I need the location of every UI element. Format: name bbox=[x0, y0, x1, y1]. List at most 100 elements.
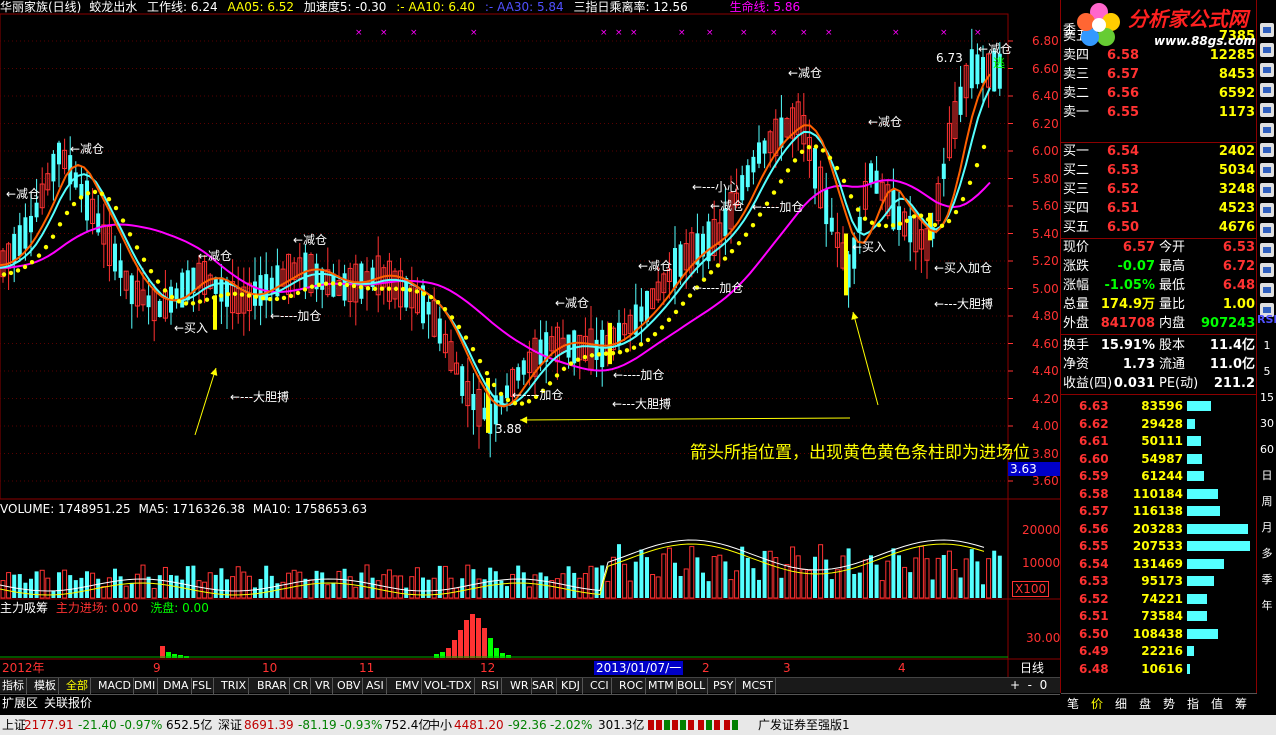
candle-body bbox=[566, 334, 571, 358]
toolbar-item-指标[interactable]: 指标 bbox=[0, 678, 27, 694]
side-tab-9[interactable]: 多 bbox=[1257, 544, 1276, 564]
quote-tab-0[interactable]: 笔 bbox=[1067, 697, 1079, 711]
toolbar-item-mtm[interactable]: MTM bbox=[646, 678, 677, 694]
stat-value: 841708 bbox=[1100, 316, 1155, 331]
toolbar-item-sar[interactable]: SAR bbox=[530, 678, 558, 694]
annotation-dadan-3: ←---大胆搏 bbox=[934, 297, 994, 311]
toolbar-item-fsl[interactable]: FSL bbox=[190, 678, 215, 694]
volume-bar bbox=[264, 565, 269, 598]
toolbar-item-kdj[interactable]: KDJ bbox=[559, 678, 583, 694]
side-tab-11[interactable]: 年 bbox=[1257, 596, 1276, 616]
grid-icon[interactable] bbox=[1257, 42, 1276, 62]
list-icon[interactable] bbox=[1257, 62, 1276, 82]
aa05-dot bbox=[365, 286, 371, 291]
volume-bar bbox=[51, 590, 56, 598]
stat-value: 11.4亿 bbox=[1209, 338, 1255, 353]
side-tab-6[interactable]: 日 bbox=[1257, 466, 1276, 486]
quote-tab-6[interactable]: 值 bbox=[1211, 697, 1223, 711]
candle-body bbox=[757, 142, 761, 164]
side-tab-5[interactable]: 60 bbox=[1257, 440, 1276, 460]
volume-bar bbox=[885, 560, 891, 599]
toolbar-item-roc[interactable]: ROC bbox=[617, 678, 646, 694]
aa05-dot bbox=[792, 158, 798, 163]
toolbar-item-brar[interactable]: BRAR bbox=[255, 678, 290, 694]
toolbar-item-rsi[interactable]: RSI bbox=[479, 678, 502, 694]
period-label[interactable]: 日线 bbox=[1020, 661, 1044, 675]
aa05-dot bbox=[386, 286, 392, 291]
volume-bar bbox=[767, 550, 773, 599]
aa05-dot bbox=[897, 221, 903, 226]
quote-divider bbox=[1061, 394, 1257, 395]
aa05-dot bbox=[869, 220, 875, 225]
toolbar-item-cr[interactable]: CR bbox=[291, 678, 312, 694]
toolbar-item-模板[interactable]: 模板 bbox=[32, 678, 59, 694]
toolbar-item-mcst[interactable]: MCST bbox=[740, 678, 776, 694]
aa05-dot bbox=[848, 194, 854, 199]
toolbar-item-dmi[interactable]: DMI bbox=[132, 678, 159, 694]
side-tab-7[interactable]: 周 bbox=[1257, 492, 1276, 512]
side-tab-2[interactable]: 5 bbox=[1257, 362, 1276, 382]
toolbar-item-vr[interactable]: VR bbox=[313, 678, 334, 694]
price-axis-label: 5.20 bbox=[1032, 254, 1059, 268]
tab-related-quote[interactable]: 关联报价 bbox=[44, 696, 92, 710]
text-icon[interactable] bbox=[1257, 122, 1276, 142]
aa05-dot bbox=[176, 299, 182, 304]
depth-volume: 83596 bbox=[1141, 399, 1183, 413]
stat-label: 涨幅 bbox=[1063, 278, 1090, 293]
side-tab-3[interactable]: 15 bbox=[1257, 388, 1276, 408]
toolbar-item-boll[interactable]: BOLL bbox=[675, 678, 709, 694]
aa05-dot bbox=[638, 342, 644, 347]
chart-icon[interactable] bbox=[1257, 22, 1276, 42]
quote-tab-7[interactable]: 筹 bbox=[1235, 697, 1247, 711]
volume-bar bbox=[308, 579, 314, 599]
home-icon[interactable] bbox=[1257, 142, 1276, 162]
side-tab-4[interactable]: 30 bbox=[1257, 414, 1276, 434]
aa05-dot bbox=[421, 291, 427, 297]
bottom-tab-bar: 扩展区 关联报价 bbox=[0, 694, 1060, 711]
toolbar-item-trix[interactable]: TRIX bbox=[219, 678, 250, 694]
candle-body bbox=[824, 189, 829, 225]
side-tab-10[interactable]: 季 bbox=[1257, 570, 1276, 590]
aa05-dot bbox=[351, 283, 357, 289]
depth-volume: 95173 bbox=[1141, 574, 1183, 588]
aa05-dot bbox=[127, 232, 133, 237]
percent-icon[interactable] bbox=[1257, 102, 1276, 122]
quote-tab-1[interactable]: 价 bbox=[1091, 697, 1103, 711]
side-tab-8[interactable]: 月 bbox=[1257, 518, 1276, 538]
annotation-jiancang-5: ←减仓 bbox=[555, 296, 590, 310]
side-tab-1[interactable]: 1 bbox=[1257, 336, 1276, 356]
bars-icon[interactable] bbox=[1257, 82, 1276, 102]
quote-tab-5[interactable]: 指 bbox=[1187, 697, 1199, 711]
quote-tab-2[interactable]: 细 bbox=[1115, 697, 1127, 711]
toolbar-item-macd[interactable]: MACD bbox=[96, 678, 134, 694]
gear-icon[interactable] bbox=[1257, 182, 1276, 202]
annotation-jiancang-6: ←减仓 bbox=[638, 259, 673, 273]
cross-icon[interactable] bbox=[1257, 222, 1276, 242]
compass-icon[interactable] bbox=[1257, 242, 1276, 262]
toolbar-item-dma[interactable]: DMA bbox=[161, 678, 192, 694]
star-icon[interactable] bbox=[1257, 262, 1276, 282]
side-tab-0[interactable]: RSI bbox=[1257, 310, 1276, 330]
zoom-controls[interactable]: + - 0 bbox=[1010, 678, 1047, 692]
tab-extension[interactable]: 扩展区 bbox=[2, 696, 38, 710]
aa05-dot bbox=[169, 294, 175, 300]
toolbar-item-全部[interactable]: 全部 bbox=[64, 678, 91, 694]
depth-price: 6.63 bbox=[1079, 399, 1109, 413]
quote-tab-4[interactable]: 势 bbox=[1163, 697, 1175, 711]
plus-icon[interactable] bbox=[1257, 162, 1276, 182]
table-icon[interactable] bbox=[1257, 282, 1276, 302]
volume-bar bbox=[655, 576, 661, 599]
depth-bar bbox=[1187, 576, 1214, 586]
toolbar-item-vol-tdx[interactable]: VOL-TDX bbox=[422, 678, 475, 694]
aa05-dot bbox=[162, 288, 168, 293]
volume-bar bbox=[505, 586, 509, 598]
toolbar-item-asi[interactable]: ASI bbox=[364, 678, 387, 694]
toolbar-item-emv[interactable]: EMV bbox=[393, 678, 422, 694]
toolbar-item-psy[interactable]: PSY bbox=[711, 678, 737, 694]
toolbar-item-cci[interactable]: CCI bbox=[588, 678, 612, 694]
toolbar-item-wr[interactable]: WR bbox=[508, 678, 532, 694]
aa05-dot bbox=[813, 144, 819, 149]
toolbar-item-obv[interactable]: OBV bbox=[335, 678, 364, 694]
quote-tab-3[interactable]: 盘 bbox=[1139, 697, 1151, 711]
bar-chart-icon[interactable] bbox=[1257, 202, 1276, 222]
